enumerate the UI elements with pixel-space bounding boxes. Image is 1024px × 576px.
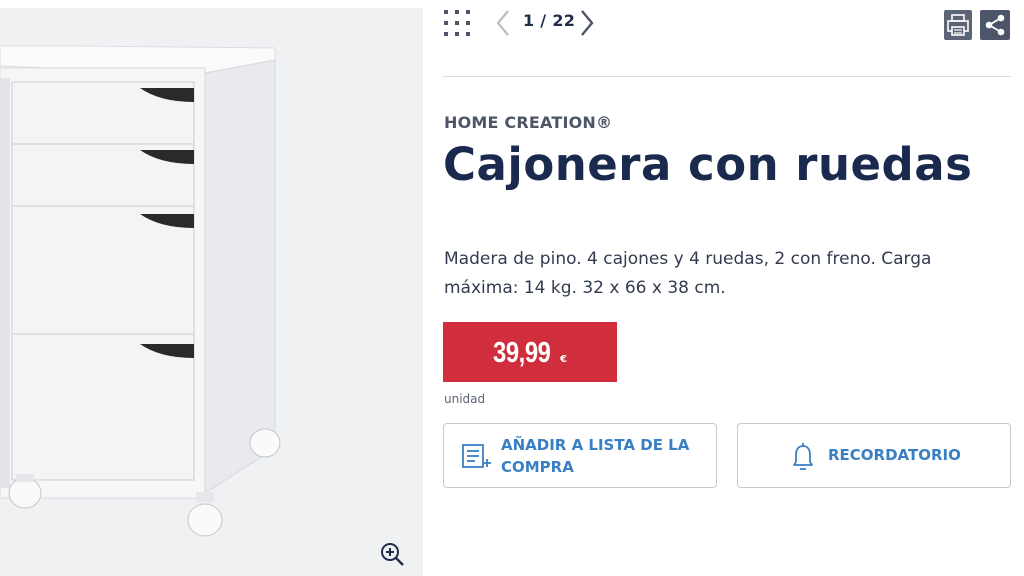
product-description: Madera de pino. 4 cajones y 4 ruedas, 2 … xyxy=(444,249,932,298)
price-value: 39,99 xyxy=(493,337,551,369)
print-icon xyxy=(947,14,969,36)
chevron-right-icon xyxy=(581,10,594,36)
share-button[interactable] xyxy=(980,10,1010,40)
grid-icon xyxy=(444,10,470,36)
next-image-button[interactable] xyxy=(577,8,597,38)
image-counter: 1 / 22 xyxy=(523,11,576,30)
zoom-in-icon xyxy=(381,543,404,566)
product-image xyxy=(0,45,281,537)
print-button[interactable] xyxy=(944,10,972,40)
add-to-list-icon xyxy=(462,444,491,468)
reminder-label: RECORDATORIO xyxy=(828,446,961,464)
divider xyxy=(443,76,1011,77)
gallery-toolbar: 1 / 22 xyxy=(443,0,1011,50)
grid-view-button[interactable] xyxy=(443,8,473,38)
product-image-panel[interactable] xyxy=(0,8,423,576)
chevron-left-icon xyxy=(496,10,509,36)
zoom-in-button[interactable] xyxy=(378,540,406,568)
add-to-shopping-list-button[interactable]: AÑADIR A LISTA DE LA COMPRA xyxy=(443,423,717,488)
reminder-button[interactable]: RECORDATORIO xyxy=(737,423,1011,488)
product-title: Cajonera con ruedas xyxy=(443,138,973,191)
previous-image-button[interactable] xyxy=(493,8,513,38)
product-brand: HOME CREATION® xyxy=(444,113,613,132)
bell-icon xyxy=(793,443,813,470)
price-badge: 39,99 € xyxy=(443,322,617,382)
price-unit: unidad xyxy=(444,392,486,406)
price-currency: € xyxy=(560,354,567,365)
share-icon xyxy=(985,14,1005,36)
add-to-list-label: AÑADIR A LISTA DE LA COMPRA xyxy=(501,436,690,476)
